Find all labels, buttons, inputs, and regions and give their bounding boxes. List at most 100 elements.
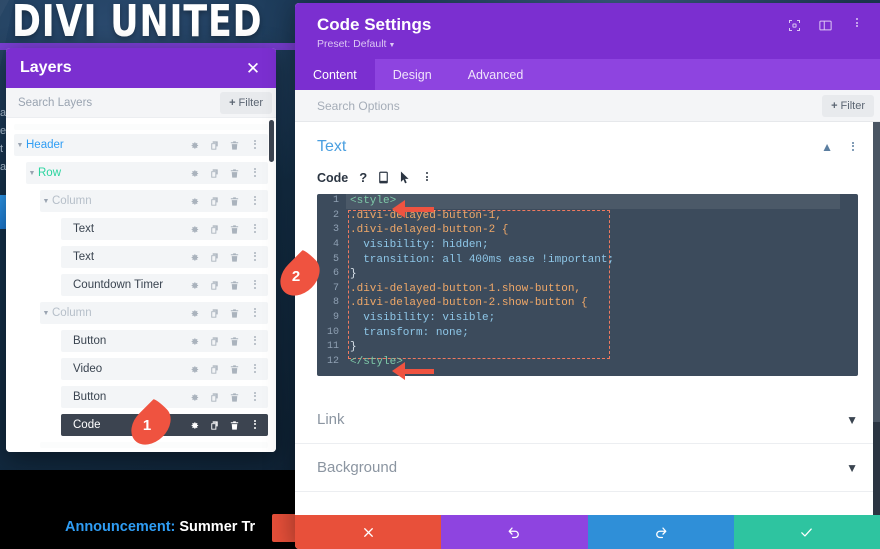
more-options-icon[interactable] [249, 139, 260, 151]
chevron-down-icon[interactable]: ▼ [26, 170, 38, 177]
more-options-icon[interactable] [849, 18, 864, 33]
chevron-down-icon[interactable]: ▼ [40, 310, 52, 317]
chevron-up-icon[interactable]: ▲ [821, 141, 833, 153]
gear-icon[interactable] [189, 280, 200, 291]
code-line: 5 transition: all 400ms ease !important; [317, 253, 858, 268]
section-header-actions: ▲ [821, 141, 858, 153]
search-layers-input[interactable] [18, 96, 221, 109]
gear-icon[interactable] [189, 392, 200, 403]
sidebar-item-row[interactable]: ▼ Row [26, 162, 268, 184]
trash-icon[interactable] [229, 280, 240, 291]
cancel-button[interactable] [295, 515, 442, 549]
duplicate-icon[interactable] [209, 224, 220, 235]
trash-icon[interactable] [229, 140, 240, 151]
tab-design[interactable]: Design [375, 59, 450, 90]
line-number: 12 [326, 355, 339, 367]
more-options-icon[interactable] [249, 363, 260, 375]
responsive-icon[interactable] [378, 171, 389, 184]
layers-scrollbar[interactable] [269, 120, 274, 162]
settings-footer [295, 515, 880, 549]
sidebar-item-button-2[interactable]: Button [61, 386, 268, 408]
trash-icon[interactable] [229, 168, 240, 179]
gear-icon[interactable] [189, 308, 200, 319]
layers-list[interactable]: ▼ Header ▼ Row ▼ Column Text Text Countd… [6, 118, 276, 452]
duplicate-icon[interactable] [209, 336, 220, 347]
gear-icon[interactable] [189, 168, 200, 179]
trash-icon[interactable] [229, 392, 240, 403]
duplicate-icon[interactable] [209, 168, 220, 179]
duplicate-icon[interactable] [209, 420, 220, 431]
accordion-label: Link [317, 411, 345, 429]
layout-panel-icon[interactable] [818, 18, 833, 33]
settings-scrollbar[interactable] [873, 122, 880, 515]
sidebar-item-header[interactable]: ▼ Header [14, 134, 268, 156]
chevron-down-icon[interactable]: ▼ [40, 198, 52, 205]
layer-label: Column [52, 307, 92, 319]
line-number: 3 [332, 224, 339, 236]
more-options-icon[interactable] [249, 251, 260, 263]
sidebar-item-column-1[interactable]: ▼ Column [40, 190, 268, 212]
sidebar-item-video[interactable]: Video [61, 358, 268, 380]
more-options-icon[interactable] [249, 307, 260, 319]
text-section-header[interactable]: Text ▲ [317, 138, 858, 156]
gear-icon[interactable] [189, 336, 200, 347]
more-options-icon[interactable] [249, 279, 260, 291]
undo-button[interactable] [441, 515, 588, 549]
save-button[interactable] [733, 515, 880, 549]
layer-label: Video [73, 363, 103, 375]
check-icon [801, 527, 813, 537]
duplicate-icon[interactable] [209, 364, 220, 375]
search-options-input[interactable] [317, 98, 823, 113]
trash-icon[interactable] [229, 196, 240, 207]
layers-search-bar: +Filter [6, 88, 276, 118]
sidebar-item-column-2[interactable]: ▼ Column [40, 302, 268, 324]
more-options-icon[interactable] [421, 172, 432, 183]
line-text: } [350, 341, 357, 354]
more-options-icon[interactable] [249, 419, 260, 431]
trash-icon[interactable] [229, 252, 240, 263]
gear-icon[interactable] [189, 252, 200, 263]
tab-advanced[interactable]: Advanced [450, 59, 542, 90]
duplicate-icon[interactable] [209, 280, 220, 291]
gear-icon[interactable] [189, 196, 200, 207]
more-options-icon[interactable] [249, 195, 260, 207]
more-options-icon[interactable] [249, 391, 260, 403]
trash-icon[interactable] [229, 364, 240, 375]
accordion-link[interactable]: Link ▼ [295, 396, 880, 445]
duplicate-icon[interactable] [209, 392, 220, 403]
gear-icon[interactable] [189, 140, 200, 151]
focus-icon[interactable] [787, 18, 802, 33]
preset-selector[interactable]: Preset: Default ▼ [317, 38, 431, 50]
more-options-icon[interactable] [249, 335, 260, 347]
more-options-icon[interactable] [249, 167, 260, 179]
gear-icon[interactable] [189, 364, 200, 375]
gear-icon[interactable] [189, 224, 200, 235]
settings-tabs: Content Design Advanced [295, 59, 880, 91]
redo-button[interactable] [587, 515, 734, 549]
sidebar-item-text-1[interactable]: Text [61, 218, 268, 240]
scrollbar-thumb[interactable] [873, 122, 880, 423]
tab-content[interactable]: Content [295, 59, 375, 91]
code-editor-block[interactable]: 1 <style> 2 .divi-delayed-button-1, 3 .d… [317, 194, 858, 377]
help-icon[interactable]: ? [359, 170, 367, 185]
trash-icon[interactable] [229, 420, 240, 431]
trash-icon[interactable] [229, 336, 240, 347]
duplicate-icon[interactable] [209, 308, 220, 319]
more-options-icon[interactable] [847, 141, 858, 153]
duplicate-icon[interactable] [209, 252, 220, 263]
duplicate-icon[interactable] [209, 196, 220, 207]
duplicate-icon[interactable] [209, 140, 220, 151]
sidebar-item-countdown-timer[interactable]: Countdown Timer [61, 274, 268, 296]
layers-filter-button[interactable]: + Filter [220, 91, 272, 114]
hover-icon[interactable] [400, 171, 410, 184]
chevron-down-icon[interactable]: ▼ [14, 142, 26, 149]
close-icon[interactable]: ✕ [244, 60, 262, 77]
sidebar-item-text-2[interactable]: Text [61, 246, 268, 268]
sidebar-item-button-1[interactable]: Button [61, 330, 268, 352]
trash-icon[interactable] [229, 308, 240, 319]
settings-filter-button[interactable]: + Filter [822, 94, 874, 117]
more-options-icon[interactable] [249, 223, 260, 235]
trash-icon[interactable] [229, 224, 240, 235]
accordion-background[interactable]: Background ▼ [295, 444, 880, 493]
code-layer-gear-icon[interactable] [189, 420, 200, 431]
